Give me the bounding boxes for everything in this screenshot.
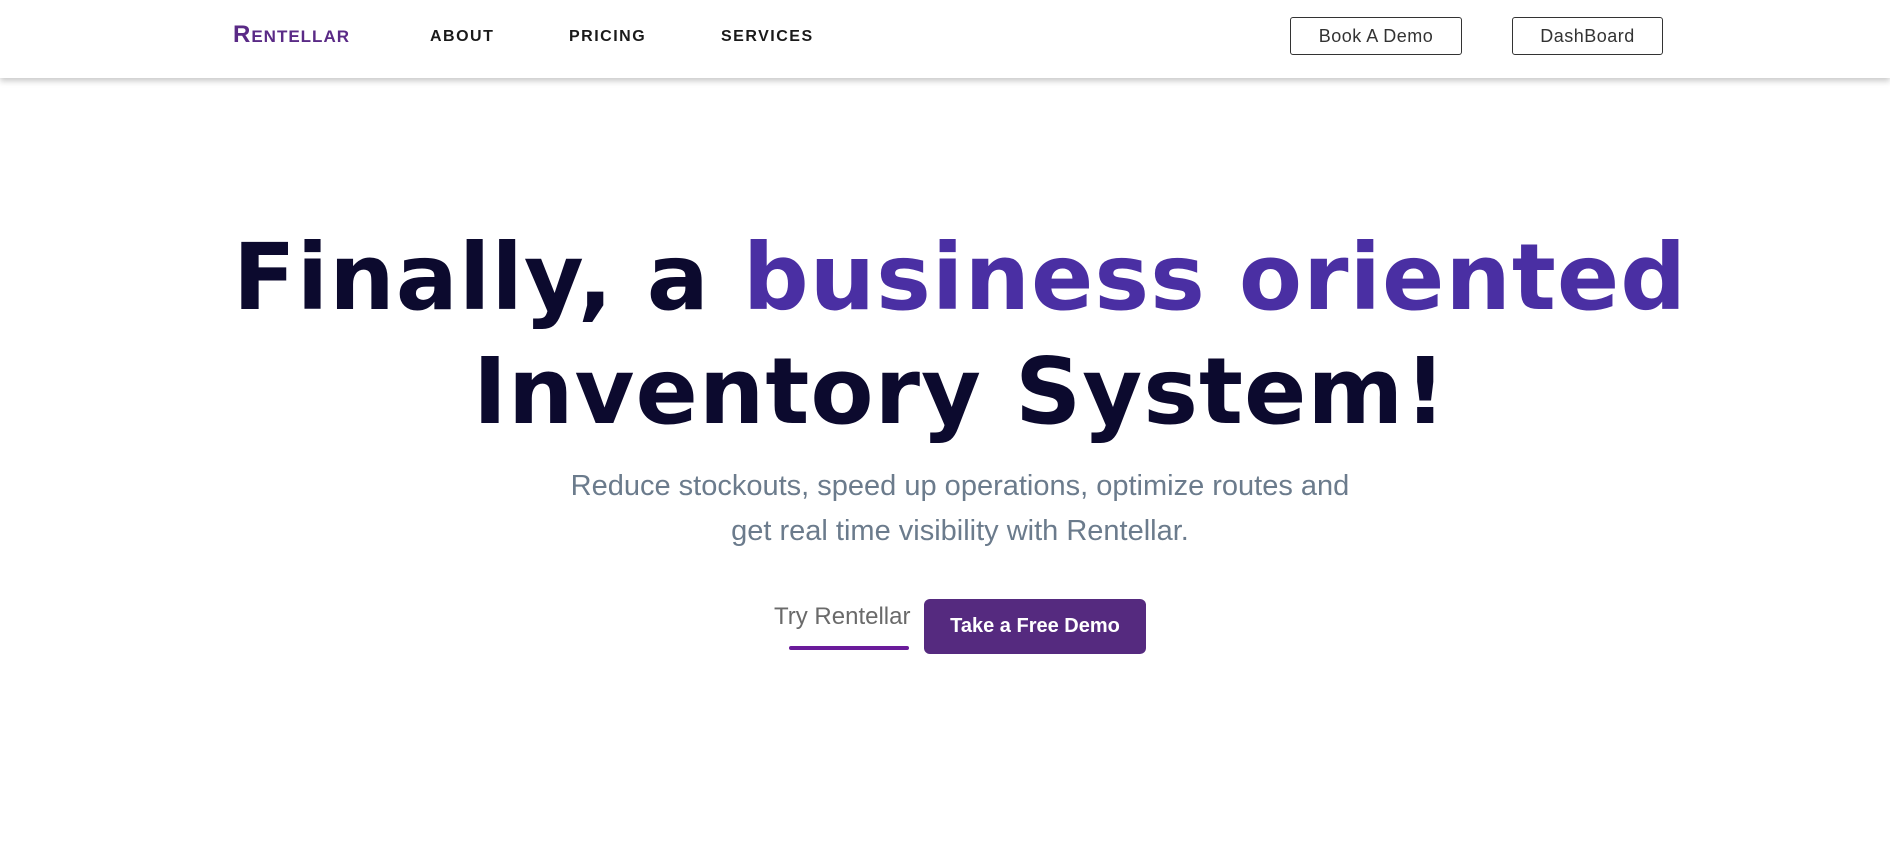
try-rentellar-underline: [789, 646, 909, 650]
top-navbar: Rentellar ABOUT PRICING SERVICES Book A …: [0, 0, 1890, 78]
hero-title-part1: Finally, a: [232, 224, 743, 331]
dashboard-button[interactable]: DashBoard: [1512, 17, 1663, 55]
try-rentellar-link[interactable]: Try Rentellar: [774, 602, 910, 632]
hero-subtitle-line2: get real time visibility with Rentellar.: [731, 515, 1189, 547]
hero-subtitle: Reduce stockouts, speed up operations, o…: [0, 464, 1890, 554]
nav-link-about[interactable]: ABOUT: [430, 27, 494, 47]
hero-subtitle-line1: Reduce stockouts, speed up operations, o…: [570, 470, 1350, 502]
nav-link-pricing[interactable]: PRICING: [569, 27, 646, 47]
book-demo-button[interactable]: Book A Demo: [1290, 17, 1462, 55]
hero-title-line1: Finally, a business oriented: [0, 222, 1890, 334]
hero-title-accent: business oriented: [742, 224, 1688, 331]
hero-title-line2: Inventory System!: [472, 338, 1448, 445]
brand-logo[interactable]: Rentellar: [233, 20, 350, 50]
free-demo-button[interactable]: Take a Free Demo: [924, 599, 1146, 654]
nav-link-services[interactable]: SERVICES: [721, 27, 814, 47]
